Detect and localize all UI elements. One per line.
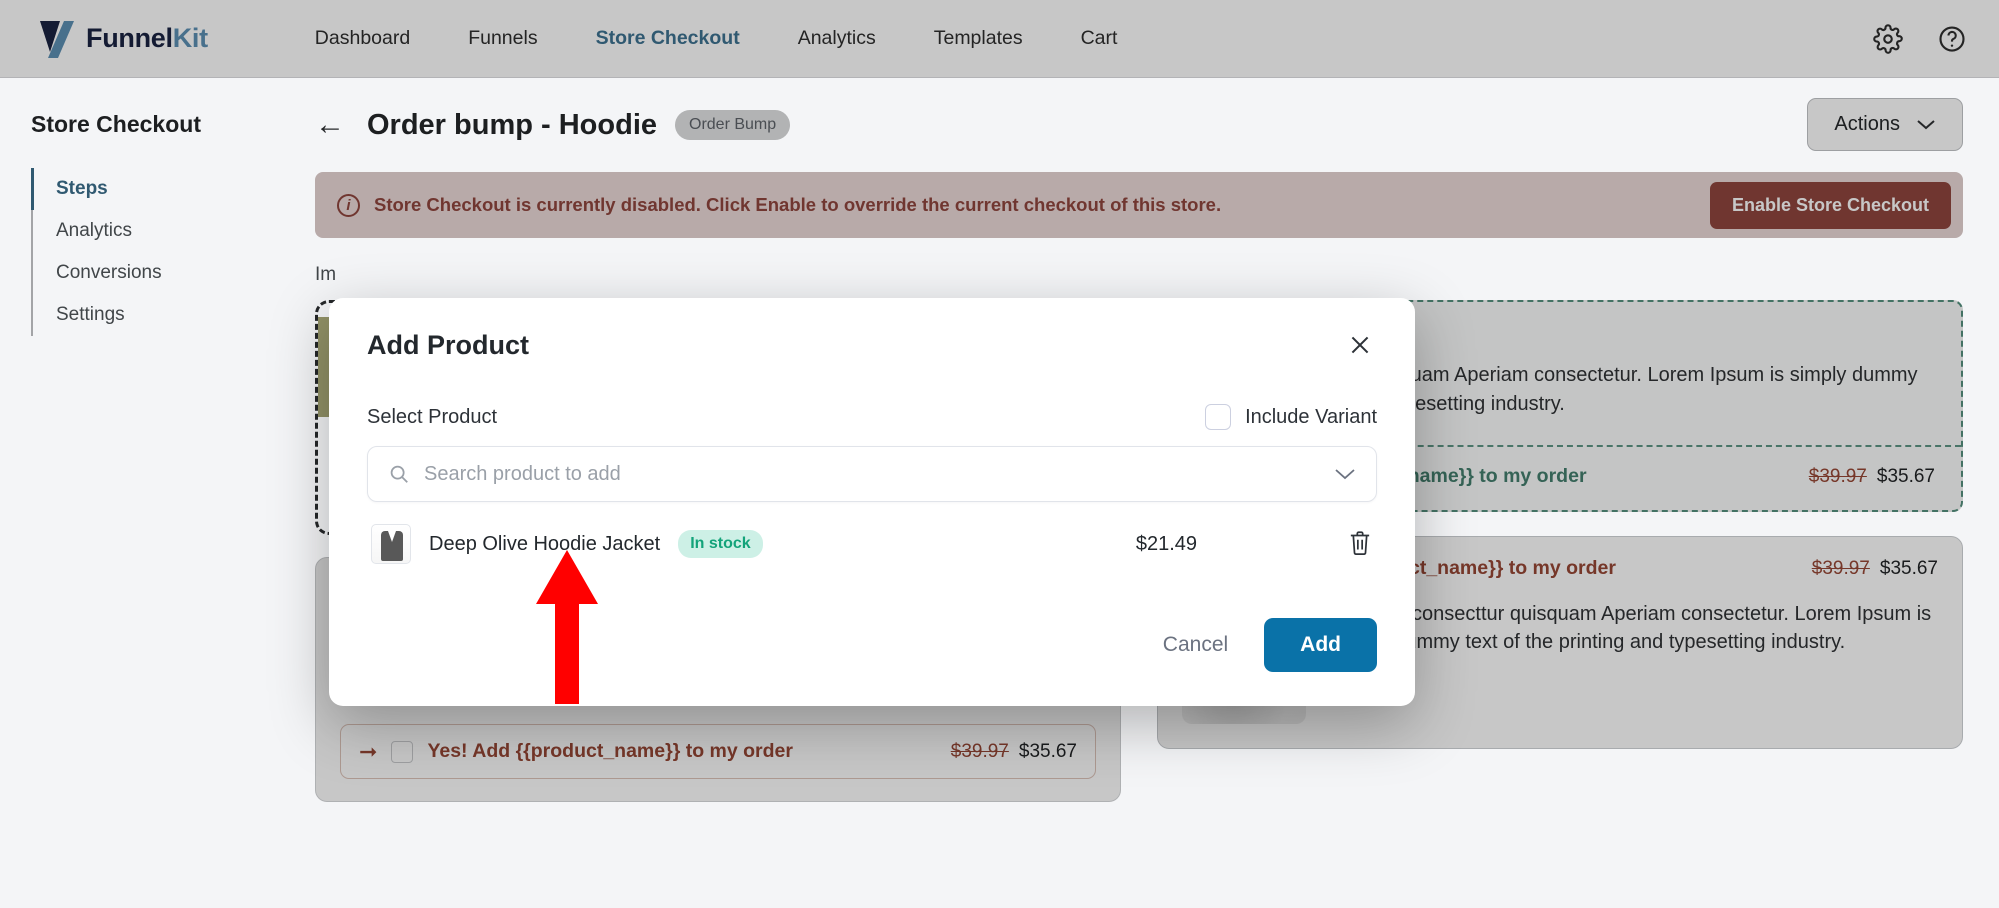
search-input[interactable]: [424, 463, 1320, 486]
close-icon[interactable]: [1343, 328, 1377, 362]
trash-icon[interactable]: [1347, 529, 1373, 559]
include-variant-checkbox[interactable]: [1205, 404, 1231, 430]
add-product-modal: Add Product Select Product Include Varia…: [329, 298, 1415, 706]
modal-header: Add Product: [367, 328, 1377, 362]
stock-status-badge: In stock: [678, 530, 762, 558]
selected-product-row: Deep Olive Hoodie Jacket In stock $21.49: [367, 502, 1377, 574]
product-thumbnail: [371, 524, 411, 564]
product-price: $21.49: [1136, 533, 1197, 556]
modal-footer: Cancel Add: [367, 618, 1377, 672]
include-variant-control[interactable]: Include Variant: [1205, 404, 1377, 430]
select-product-label: Select Product: [367, 406, 1205, 429]
search-icon: [388, 463, 410, 485]
chevron-down-icon[interactable]: [1334, 468, 1356, 481]
add-button[interactable]: Add: [1264, 618, 1377, 672]
screen-root: FunnelKit Dashboard Funnels Store Checko…: [0, 0, 1999, 908]
select-product-field-header: Select Product Include Variant: [367, 404, 1377, 430]
cancel-button[interactable]: Cancel: [1137, 619, 1254, 671]
modal-title: Add Product: [367, 330, 1343, 361]
product-search-box[interactable]: [367, 446, 1377, 502]
include-variant-label: Include Variant: [1245, 406, 1377, 429]
product-name: Deep Olive Hoodie Jacket: [429, 533, 660, 556]
